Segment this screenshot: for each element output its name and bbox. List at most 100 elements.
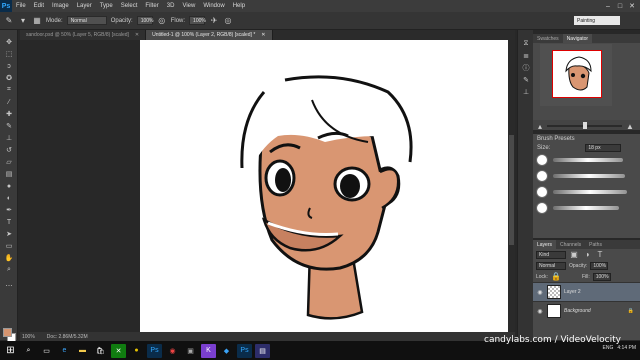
navigator-thumbnail[interactable] bbox=[552, 50, 602, 98]
marquee-tool-icon[interactable]: ⬚ bbox=[4, 50, 14, 58]
eyedropper-tool-icon[interactable]: ⁄ bbox=[4, 98, 14, 106]
brush-tip[interactable] bbox=[536, 186, 548, 198]
layer-opacity-field[interactable]: 100% bbox=[590, 261, 609, 270]
filter-adjust-icon[interactable]: ◑ bbox=[582, 250, 592, 260]
pressure-size-icon[interactable]: ◎ bbox=[223, 16, 233, 26]
pen-tool-icon[interactable]: ✒ bbox=[4, 206, 14, 214]
menu-3d[interactable]: 3D bbox=[163, 3, 179, 9]
menu-select[interactable]: Select bbox=[117, 3, 142, 9]
filter-pixel-icon[interactable]: ▣ bbox=[569, 250, 579, 260]
maximize-button[interactable]: □ bbox=[614, 0, 626, 12]
dodge-tool-icon[interactable]: ◐ bbox=[4, 194, 14, 202]
app-icon[interactable]: ▣ bbox=[183, 344, 198, 358]
edge-icon[interactable]: e bbox=[57, 344, 72, 358]
brush-tool-icon[interactable]: ✎ bbox=[4, 16, 14, 26]
size-field[interactable]: 18 px bbox=[585, 143, 622, 152]
brush-stroke-preview[interactable] bbox=[553, 206, 619, 210]
brush-icon[interactable]: ✎ bbox=[521, 76, 531, 84]
lock-icon[interactable]: 🔒 bbox=[551, 272, 561, 282]
eye-icon[interactable]: ◉ bbox=[536, 289, 544, 296]
photoshop-taskbar-icon[interactable]: Ps bbox=[147, 343, 162, 358]
store-icon[interactable]: 🛍 bbox=[93, 344, 108, 358]
properties-icon[interactable]: ≣ bbox=[521, 52, 531, 60]
more-tools-icon[interactable]: ⋯ bbox=[4, 282, 14, 290]
brush-picker-icon[interactable]: ▾ bbox=[18, 16, 28, 26]
document-canvas[interactable] bbox=[140, 40, 512, 332]
menu-view[interactable]: View bbox=[178, 3, 199, 9]
eraser-tool-icon[interactable]: ▱ bbox=[4, 158, 14, 166]
close-icon[interactable]: ✕ bbox=[135, 32, 139, 38]
brush-panel-icon[interactable]: ▦ bbox=[32, 16, 42, 26]
lasso-tool-icon[interactable]: ↄ bbox=[4, 62, 14, 70]
crop-tool-icon[interactable]: ⌗ bbox=[4, 86, 14, 94]
task-view-icon[interactable]: ▭ bbox=[39, 344, 54, 358]
brush-tip[interactable] bbox=[536, 202, 548, 214]
hand-tool-icon[interactable]: ✋ bbox=[4, 254, 14, 262]
history-icon[interactable]: ⧖ bbox=[521, 40, 531, 48]
windows-start-icon[interactable]: ⊞ bbox=[3, 344, 18, 358]
tab-navigator[interactable]: Navigator bbox=[562, 34, 593, 43]
menu-file[interactable]: File bbox=[12, 3, 30, 9]
app-icon[interactable]: ▤ bbox=[255, 343, 270, 358]
zoom-level[interactable]: 100% bbox=[22, 334, 35, 340]
path-select-tool-icon[interactable]: ➤ bbox=[4, 230, 14, 238]
minimize-button[interactable]: – bbox=[602, 0, 614, 12]
menu-type[interactable]: Type bbox=[96, 3, 117, 9]
airbrush-icon[interactable]: ✈ bbox=[209, 16, 219, 26]
layer-row[interactable]: ◉ Background 🔒 bbox=[533, 301, 640, 320]
search-icon[interactable]: ⌕ bbox=[21, 344, 36, 358]
history-brush-tool-icon[interactable]: ↺ bbox=[4, 146, 14, 154]
gradient-tool-icon[interactable]: ▤ bbox=[4, 170, 14, 178]
move-tool-icon[interactable]: ✥ bbox=[4, 38, 14, 46]
zoom-in-icon[interactable]: ▲ bbox=[625, 121, 635, 131]
tab-channels[interactable]: Channels bbox=[556, 240, 585, 249]
brush-stroke-preview[interactable] bbox=[553, 190, 627, 194]
mode-select[interactable]: Normal bbox=[66, 16, 107, 25]
pressure-opacity-icon[interactable]: ◎ bbox=[157, 16, 167, 26]
foreground-color-swatch[interactable] bbox=[3, 328, 12, 337]
photoshop-taskbar-icon[interactable]: Ps bbox=[237, 343, 252, 358]
tab-untitled-1[interactable]: Untitled-1 @ 100% (Layer 2, RGB/8) [scal… bbox=[146, 30, 273, 40]
menu-layer[interactable]: Layer bbox=[73, 3, 96, 9]
menu-image[interactable]: Image bbox=[48, 3, 73, 9]
menu-help[interactable]: Help bbox=[229, 3, 249, 9]
clone-source-icon[interactable]: ⊥ bbox=[521, 88, 531, 96]
scrollbar-thumb[interactable] bbox=[509, 135, 514, 245]
xbox-icon[interactable]: ✕ bbox=[111, 343, 126, 358]
workspace-select[interactable]: Painting bbox=[574, 16, 620, 25]
tab-layers[interactable]: Layers bbox=[533, 240, 557, 249]
tab-swatches[interactable]: Swatches bbox=[533, 34, 563, 43]
close-button[interactable]: ✕ bbox=[626, 0, 638, 12]
menu-edit[interactable]: Edit bbox=[30, 3, 48, 9]
menu-window[interactable]: Window bbox=[199, 3, 228, 9]
eye-icon[interactable]: ◉ bbox=[536, 308, 544, 315]
vertical-scrollbar[interactable] bbox=[508, 40, 515, 332]
language-indicator[interactable]: ENG bbox=[603, 345, 614, 351]
info-icon[interactable]: ⓘ bbox=[521, 64, 531, 72]
brush-tool-icon[interactable]: ✎ bbox=[4, 122, 14, 130]
brush-stroke-preview[interactable] bbox=[553, 174, 625, 178]
file-explorer-icon[interactable]: ▬ bbox=[75, 344, 90, 358]
tab-paths[interactable]: Paths bbox=[585, 240, 606, 249]
healing-brush-tool-icon[interactable]: ✚ bbox=[4, 110, 14, 118]
type-tool-icon[interactable]: T bbox=[4, 218, 14, 226]
app-icon[interactable]: ◆ bbox=[219, 344, 234, 358]
app-icon[interactable]: ● bbox=[129, 344, 144, 358]
tab-sandoor[interactable]: sandoor.psd @ 50% (Layer 5, RGB/8) [scal… bbox=[20, 30, 147, 40]
app-icon[interactable]: K bbox=[201, 343, 216, 358]
zoom-tool-icon[interactable]: ⌕ bbox=[4, 266, 14, 274]
clone-stamp-tool-icon[interactable]: ⊥ bbox=[4, 134, 14, 142]
flow-field[interactable]: 100% bbox=[189, 16, 206, 25]
zoom-out-icon[interactable]: ▴ bbox=[535, 121, 545, 131]
kind-filter-select[interactable]: Kind bbox=[536, 250, 566, 259]
brush-tip[interactable] bbox=[536, 154, 548, 166]
fill-field[interactable]: 100% bbox=[592, 272, 611, 281]
chrome-icon[interactable]: ◉ bbox=[165, 344, 180, 358]
filter-type-icon[interactable]: T bbox=[595, 250, 605, 260]
layer-row[interactable]: ◉ Layer 2 bbox=[533, 282, 640, 301]
close-icon[interactable]: ✕ bbox=[261, 32, 265, 38]
brush-stroke-preview[interactable] bbox=[553, 158, 623, 162]
blur-tool-icon[interactable]: ● bbox=[4, 182, 14, 190]
quick-select-tool-icon[interactable]: ✪ bbox=[4, 74, 14, 82]
menu-filter[interactable]: Filter bbox=[141, 3, 162, 9]
